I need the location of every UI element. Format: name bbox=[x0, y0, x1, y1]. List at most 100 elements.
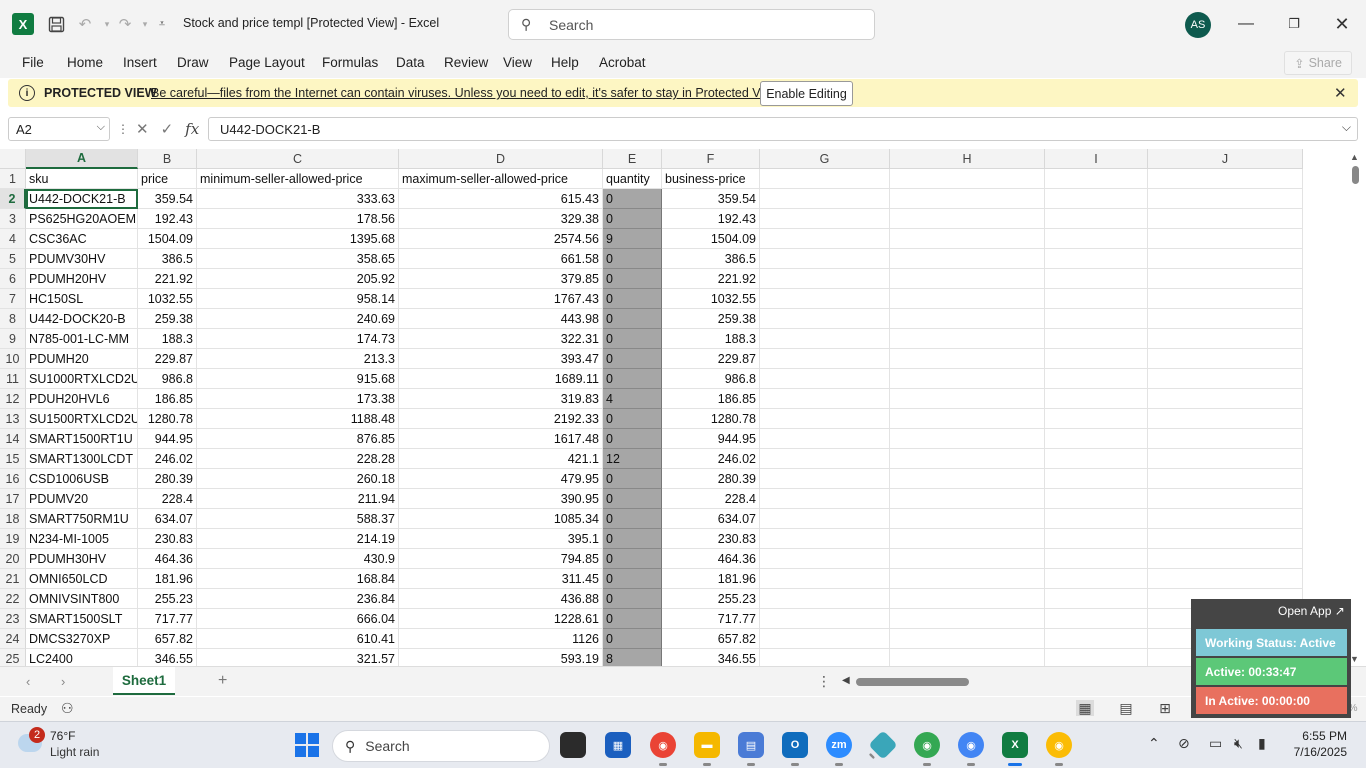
table-cell[interactable]: 4 bbox=[603, 389, 662, 409]
table-cell[interactable]: 464.36 bbox=[138, 549, 197, 569]
table-cell[interactable]: 794.85 bbox=[399, 549, 603, 569]
table-cell[interactable] bbox=[890, 449, 1045, 469]
table-cell[interactable] bbox=[890, 489, 1045, 509]
table-cell[interactable] bbox=[890, 229, 1045, 249]
table-cell[interactable]: 359.54 bbox=[138, 189, 197, 209]
table-cell[interactable]: 214.19 bbox=[197, 529, 399, 549]
table-cell[interactable]: 186.85 bbox=[662, 389, 760, 409]
confirm-entry-icon[interactable]: ✓ bbox=[161, 120, 174, 138]
table-cell[interactable]: 986.8 bbox=[662, 369, 760, 389]
table-cell[interactable] bbox=[760, 329, 890, 349]
table-cell[interactable]: PDUMH30HV bbox=[26, 549, 138, 569]
windows-start-icon[interactable] bbox=[295, 733, 319, 757]
table-cell[interactable] bbox=[890, 409, 1045, 429]
row-header[interactable]: 18 bbox=[0, 509, 26, 529]
table-cell[interactable] bbox=[890, 309, 1045, 329]
table-cell[interactable]: 192.43 bbox=[662, 209, 760, 229]
battery-icon[interactable]: ▮ bbox=[1258, 735, 1266, 752]
table-cell[interactable]: 390.95 bbox=[399, 489, 603, 509]
table-cell[interactable] bbox=[760, 369, 890, 389]
normal-view-icon[interactable]: ▦ bbox=[1076, 700, 1094, 716]
row-header[interactable]: 25 bbox=[0, 649, 26, 666]
table-cell[interactable]: 876.85 bbox=[197, 429, 399, 449]
column-header-a[interactable]: A bbox=[26, 149, 138, 169]
table-cell[interactable]: N234-MI-1005 bbox=[26, 529, 138, 549]
table-cell[interactable]: OMNIVSINT800 bbox=[26, 589, 138, 609]
spreadsheet-grid[interactable]: A B C D E F G H I J 1 sku price minimum-seller-allowe… bbox=[0, 149, 1345, 666]
table-cell[interactable]: 0 bbox=[603, 509, 662, 529]
table-cell[interactable] bbox=[1045, 569, 1148, 589]
table-cell[interactable]: DMCS3270XP bbox=[26, 629, 138, 649]
table-cell[interactable]: 280.39 bbox=[138, 469, 197, 489]
table-cell[interactable] bbox=[1045, 249, 1148, 269]
expand-formula-bar-icon[interactable]: ⌵ bbox=[1342, 120, 1351, 135]
table-cell[interactable]: PDUMH20HV bbox=[26, 269, 138, 289]
column-header-i[interactable]: I bbox=[1045, 149, 1148, 169]
close-protected-bar-icon[interactable]: ✕ bbox=[1334, 84, 1347, 102]
row-header[interactable]: 12 bbox=[0, 389, 26, 409]
table-cell[interactable] bbox=[1148, 209, 1303, 229]
table-cell[interactable]: 1689.11 bbox=[399, 369, 603, 389]
menu-home[interactable]: Home bbox=[67, 55, 103, 70]
table-cell[interactable]: 0 bbox=[603, 189, 662, 209]
zoom-icon[interactable]: zm bbox=[826, 732, 852, 766]
chevron-down-icon[interactable]: ⌵ bbox=[97, 121, 105, 134]
table-cell[interactable] bbox=[890, 589, 1045, 609]
table-cell[interactable]: 1126 bbox=[399, 629, 603, 649]
row-header[interactable]: 3 bbox=[0, 209, 26, 229]
table-cell[interactable]: 0 bbox=[603, 609, 662, 629]
menu-acrobat[interactable]: Acrobat bbox=[599, 55, 646, 70]
table-cell[interactable]: 221.92 bbox=[138, 269, 197, 289]
vertical-scroll-thumb[interactable] bbox=[1352, 166, 1359, 184]
table-cell[interactable] bbox=[760, 189, 890, 209]
table-cell[interactable]: 657.82 bbox=[138, 629, 197, 649]
table-cell[interactable]: 230.83 bbox=[662, 529, 760, 549]
table-cell[interactable]: SU1500RTXLCD2U bbox=[26, 409, 138, 429]
table-cell[interactable]: 205.92 bbox=[197, 269, 399, 289]
table-cell[interactable]: 2192.33 bbox=[399, 409, 603, 429]
share-button[interactable]: ⇪ Share bbox=[1284, 51, 1352, 75]
select-all-corner[interactable] bbox=[0, 149, 26, 169]
clock-time[interactable]: 6:55 PM bbox=[1295, 729, 1347, 743]
column-header-h[interactable]: H bbox=[890, 149, 1045, 169]
next-sheet-icon[interactable]: › bbox=[61, 674, 65, 689]
table-cell[interactable]: 657.82 bbox=[662, 629, 760, 649]
weather-temperature[interactable]: 76°F bbox=[50, 729, 75, 743]
page-layout-view-icon[interactable]: ▤ bbox=[1117, 700, 1135, 716]
table-cell[interactable]: 661.58 bbox=[399, 249, 603, 269]
outlook-icon[interactable]: O bbox=[782, 732, 808, 766]
header-cell[interactable] bbox=[1148, 169, 1303, 189]
title-search-box[interactable]: ⚲ Search bbox=[508, 9, 875, 40]
cancel-entry-icon[interactable]: ✕ bbox=[136, 120, 149, 138]
table-cell[interactable]: 174.73 bbox=[197, 329, 399, 349]
table-cell[interactable]: 395.1 bbox=[399, 529, 603, 549]
table-cell[interactable]: 333.63 bbox=[197, 189, 399, 209]
table-cell[interactable] bbox=[1148, 349, 1303, 369]
row-header[interactable]: 16 bbox=[0, 469, 26, 489]
header-cell[interactable]: minimum-seller-allowed-price bbox=[197, 169, 399, 189]
table-cell[interactable] bbox=[1148, 369, 1303, 389]
table-cell[interactable] bbox=[1045, 189, 1148, 209]
column-header-f[interactable]: F bbox=[662, 149, 760, 169]
row-header[interactable]: 19 bbox=[0, 529, 26, 549]
table-cell[interactable]: 379.85 bbox=[399, 269, 603, 289]
table-cell[interactable]: 944.95 bbox=[138, 429, 197, 449]
table-cell[interactable]: 0 bbox=[603, 469, 662, 489]
menu-review[interactable]: Review bbox=[444, 55, 488, 70]
undo-icon[interactable]: ↶ bbox=[73, 12, 97, 36]
table-cell[interactable] bbox=[760, 569, 890, 589]
table-cell[interactable]: 211.94 bbox=[197, 489, 399, 509]
table-cell[interactable] bbox=[1045, 269, 1148, 289]
chrome-icon[interactable]: ◉ bbox=[650, 732, 676, 766]
table-cell[interactable]: 717.77 bbox=[662, 609, 760, 629]
row-header[interactable]: 14 bbox=[0, 429, 26, 449]
menu-insert[interactable]: Insert bbox=[123, 55, 157, 70]
row-header[interactable]: 9 bbox=[0, 329, 26, 349]
column-header-j[interactable]: J bbox=[1148, 149, 1303, 169]
table-cell[interactable]: 246.02 bbox=[662, 449, 760, 469]
table-cell[interactable]: 958.14 bbox=[197, 289, 399, 309]
table-cell[interactable]: 259.38 bbox=[138, 309, 197, 329]
table-cell[interactable] bbox=[1148, 389, 1303, 409]
row-header[interactable]: 6 bbox=[0, 269, 26, 289]
table-cell[interactable]: SMART1500SLT bbox=[26, 609, 138, 629]
